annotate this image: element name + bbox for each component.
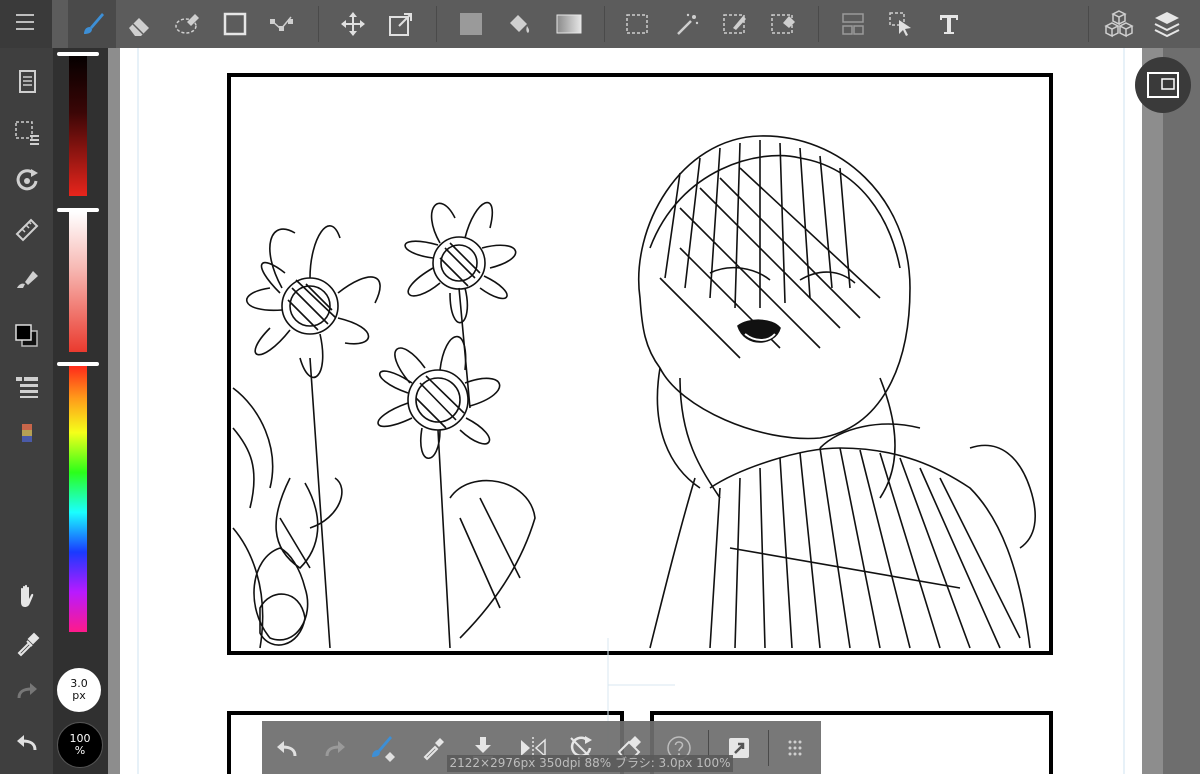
magic-wand-button[interactable] (664, 0, 710, 48)
transform-tool-button[interactable] (378, 0, 424, 48)
brush-size-unit: px (72, 689, 86, 702)
text-tool-button[interactable] (926, 0, 972, 48)
panel-frame-top (227, 73, 1053, 655)
toolbar-divider (318, 6, 319, 42)
hamburger-icon (16, 14, 34, 30)
gradient-icon (556, 14, 582, 34)
undo-icon (17, 735, 37, 751)
brush-tool-button[interactable] (68, 0, 116, 48)
select-eraser-button[interactable] (760, 0, 806, 48)
grid-dots-icon (788, 740, 802, 755)
bucket-icon (510, 15, 530, 33)
select-layer-button[interactable] (878, 0, 924, 48)
magic-wand-icon (677, 13, 699, 35)
brush-size-indicator[interactable]: 3.0 px (57, 668, 101, 712)
layer-list-button[interactable] (4, 366, 50, 406)
eraser-tool-button[interactable] (116, 0, 162, 48)
select-eraser-icon (771, 14, 795, 34)
palette-icon (22, 424, 32, 442)
move-tool-button[interactable] (330, 0, 376, 48)
saturation-slider-handle[interactable] (57, 208, 99, 212)
navigator-icon (1147, 72, 1179, 98)
color-swatch[interactable] (4, 316, 50, 356)
material-cubes-icon (1104, 10, 1134, 38)
page-drawing (137, 48, 1125, 774)
toolbar-divider (1088, 6, 1089, 42)
eyedropper-icon (17, 632, 40, 657)
redo-icon (325, 740, 345, 756)
toolbar-divider (818, 6, 819, 42)
toolbar-divider (604, 6, 605, 42)
pages-icon (19, 70, 36, 93)
snap-tool-button[interactable] (260, 0, 306, 48)
frame-divide-icon (842, 13, 864, 35)
select-pen-icon (723, 14, 746, 34)
brush-settings-button[interactable] (360, 721, 406, 774)
color-swatch-icon (15, 324, 38, 347)
fill-color-button[interactable] (448, 0, 494, 48)
select-layer-icon (889, 12, 911, 36)
frame-divide-button[interactable] (830, 0, 876, 48)
navigator-button[interactable] (1135, 57, 1191, 113)
selection-menu-button[interactable] (4, 112, 50, 152)
gradient-tool-button[interactable] (546, 0, 592, 48)
hue-slider-handle[interactable] (57, 362, 99, 366)
bucket-tool-button[interactable] (496, 0, 542, 48)
color-slider-panel: 3.0 px 100 % (53, 48, 108, 774)
brush-icon (84, 13, 104, 34)
color-palette-button[interactable] (4, 414, 50, 454)
redo-button[interactable] (4, 672, 50, 712)
page-manager-button[interactable] (4, 62, 50, 102)
eraser-icon (129, 18, 149, 36)
move-icon (341, 12, 365, 36)
brightness-slider-handle[interactable] (57, 52, 99, 56)
rectangle-tool-button[interactable] (212, 0, 258, 48)
top-toolbar (0, 0, 1200, 48)
hand-tool-button[interactable] (4, 576, 50, 616)
undo-bottom-button[interactable] (264, 721, 310, 774)
selection-menu-icon (15, 121, 39, 145)
right-scroll-strip[interactable] (1163, 48, 1200, 774)
lasso-eraser-icon (175, 14, 199, 34)
layers-button[interactable] (1144, 0, 1190, 48)
undo-button[interactable] (4, 722, 50, 762)
menu-button[interactable] (0, 0, 52, 48)
undo-icon (277, 740, 297, 756)
hand-icon (21, 584, 34, 607)
eyedropper-button[interactable] (4, 624, 50, 664)
brush-settings-icon (372, 735, 395, 762)
more-button[interactable] (772, 721, 818, 774)
text-icon (940, 15, 958, 34)
redo-bottom-button[interactable] (312, 721, 358, 774)
brush-opacity-unit: % (74, 744, 86, 757)
layers-icon (1154, 12, 1180, 38)
snap-icon (270, 16, 293, 31)
fill-color-icon (460, 13, 482, 35)
rotate-icon (16, 169, 38, 191)
ruler-icon (15, 218, 39, 242)
list-icon (16, 377, 38, 398)
brightness-slider[interactable] (69, 56, 87, 196)
select-rect-button[interactable] (614, 0, 660, 48)
redo-icon (17, 683, 37, 699)
pen-fill-icon (17, 271, 38, 288)
material-button[interactable] (1096, 0, 1142, 48)
toolbar-divider (768, 730, 769, 766)
rotate-canvas-button[interactable] (4, 160, 50, 200)
ruler-button[interactable] (4, 210, 50, 250)
manga-page[interactable] (120, 48, 1142, 774)
transform-icon (389, 13, 412, 36)
hue-slider[interactable] (69, 366, 87, 632)
rectangle-icon (223, 12, 247, 36)
saturation-slider[interactable] (69, 212, 87, 352)
select-pen-button[interactable] (712, 0, 758, 48)
eyedropper-icon (423, 737, 444, 760)
toolbar-divider (436, 6, 437, 42)
lasso-eraser-button[interactable] (164, 0, 210, 48)
brush-opacity-indicator[interactable]: 100 % (57, 722, 103, 768)
left-toolbar (0, 48, 53, 774)
fill-stroke-button[interactable] (4, 260, 50, 300)
status-bar-text: 2122×2976px 350dpi 88% ブラシ: 3.0px 100% (447, 755, 733, 772)
selection-rect-icon (626, 14, 648, 34)
